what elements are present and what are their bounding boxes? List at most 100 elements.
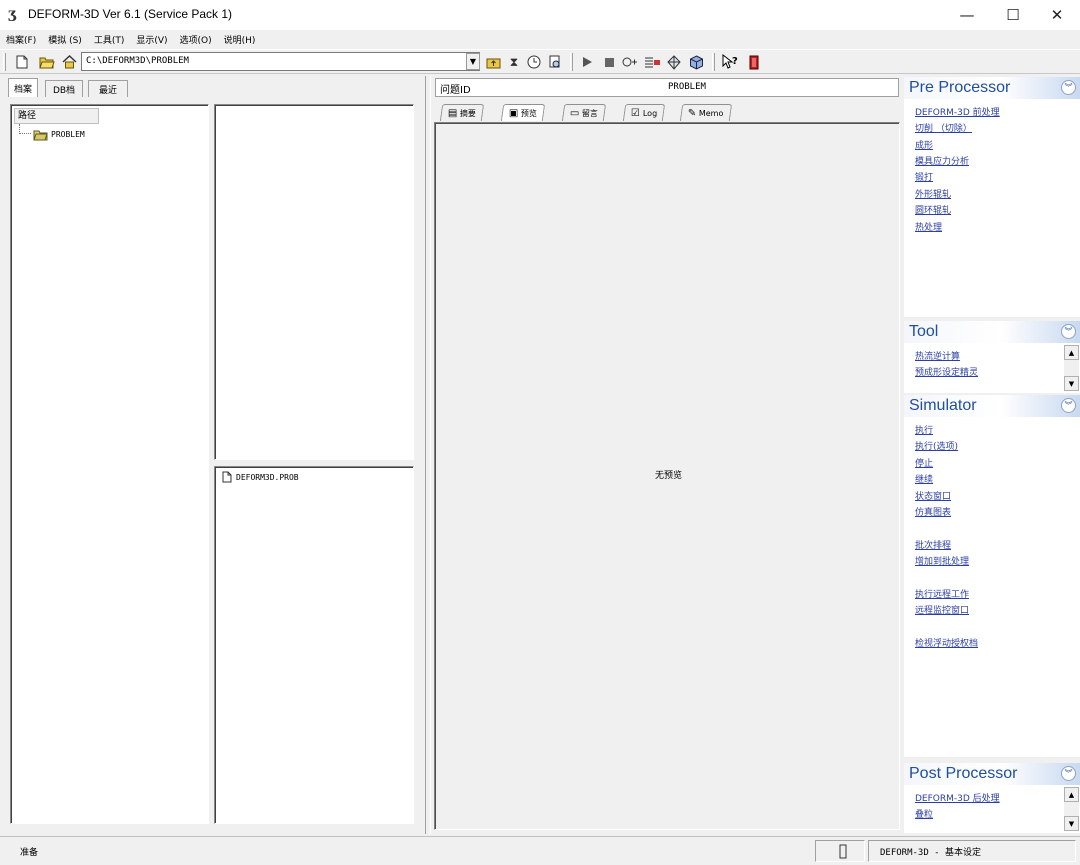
post-scrollbar[interactable]: ▲ ▼ [1064,787,1079,831]
link-floating-license[interactable]: 检视浮动授权档 [915,636,978,649]
menu-view[interactable]: 显示(V) [136,33,167,46]
link-ring-rolling[interactable]: 圆环辊轧 [915,203,951,216]
link-continue[interactable]: 继续 [915,472,933,485]
collapse-chevron-icon[interactable]: ︾ [1061,398,1076,413]
folder-up-icon[interactable] [484,53,502,71]
scroll-down-icon[interactable]: ▼ [1064,376,1079,391]
link-run-options[interactable]: 执行(选项) [915,439,958,452]
file-item[interactable]: DEFORM3D.PROB [222,471,299,483]
tab-db-files[interactable]: DB档 [45,80,83,97]
file-browser-panel: 档案 DB档 最近 路径 PROBLEM DEFORM3D.PROB [0,76,426,834]
file-list[interactable]: DEFORM3D.PROB [214,466,414,824]
pre-processor-links: DEFORM-3D 前处理 切削 （切除） 成形 模具应力分析 锻打 外形辊轧 … [904,99,1080,317]
link-sim-graph[interactable]: 仿真图表 [915,505,951,518]
simulator-links: 执行 执行(选项) 停止 继续 状态窗口 仿真图表 批次排程 增加到批处理 执行… [904,417,1080,757]
tool-links: 热流逆计算 预成形设定精灵 ▲ ▼ [904,343,1080,393]
link-inverse-heat[interactable]: 热流逆计算 [915,349,960,362]
menu-tools[interactable]: 工具(T) [94,33,125,46]
status-mode-text: DEFORM-3D - 基本设定 [880,848,982,858]
minimize-button[interactable]: — [944,0,990,30]
collapse-chevron-icon[interactable]: ︾ [1061,80,1076,95]
collapse-chevron-icon[interactable]: ︾ [1061,324,1076,339]
cube-icon[interactable] [687,53,705,71]
window-title: DEFORM-3D Ver 6.1 (Service Pack 1) [28,7,233,21]
link-deform-pre[interactable]: DEFORM-3D 前处理 [915,105,1000,118]
tool-scrollbar[interactable]: ▲ ▼ [1064,345,1079,391]
tab-log[interactable]: ☑ Log [622,104,666,121]
scroll-down-icon[interactable]: ▼ [1064,816,1079,831]
link-die-stress[interactable]: 模具应力分析 [915,154,969,167]
document-icon [222,471,232,483]
continue-icon[interactable] [621,53,639,71]
tree-connector [19,124,31,134]
toolbar-grip[interactable] [3,53,6,71]
pre-processor-header[interactable]: Pre Processor ︾ [904,77,1080,99]
menu-options[interactable]: 选项(O) [180,33,212,46]
link-forming[interactable]: 成形 [915,138,933,151]
tab-summary[interactable]: ▤ 摘要 [439,104,485,121]
summary-icon: ▤ [447,107,458,119]
home-icon[interactable] [60,53,78,71]
exit-door-icon[interactable] [745,53,763,71]
link-preform-wizard[interactable]: 预成形设定精灵 [915,365,978,378]
link-machining[interactable]: 切削 （切除） [915,121,972,134]
link-grain[interactable]: 叠粒 [915,807,933,820]
network-icon[interactable] [665,53,683,71]
status-bar: 准备 DEFORM-3D - 基本设定 [0,836,1080,865]
tab-memo[interactable]: ✎ Memo [679,104,733,121]
link-deform-post[interactable]: DEFORM-3D 后处理 [915,791,1000,804]
help-pointer-icon[interactable]: ? [721,53,739,71]
run-play-icon[interactable] [578,53,596,71]
problem-id-label: 问题ID [440,85,471,96]
scroll-up-icon[interactable]: ▲ [1064,345,1079,360]
link-forging[interactable]: 锻打 [915,170,933,183]
problem-detail-panel: 问题ID PROBLEM ▤ 摘要 ▣ 预览 ▭ 留言 ☑ Log ✎ Memo 无预览 [430,76,902,834]
subfolder-list[interactable] [214,104,414,460]
tab-files[interactable]: 档案 [8,78,38,97]
clock-icon[interactable] [525,53,543,71]
chevron-down-icon[interactable]: ▼ [466,53,480,70]
maximize-button[interactable]: ☐ [990,0,1036,30]
directory-path-combo[interactable]: C:\DEFORM3D\PROBLEM [81,52,480,71]
tab-recent[interactable]: 最近 [88,80,128,97]
menu-file[interactable]: 档案(F) [6,33,36,46]
simulator-header[interactable]: Simulator ︾ [904,395,1080,417]
directory-tree[interactable]: 路径 PROBLEM [10,104,209,824]
new-file-icon[interactable] [13,53,31,71]
link-add-to-batch[interactable]: 增加到批处理 [915,554,969,567]
post-processor-title: Post Processor [909,765,1018,782]
post-processor-header[interactable]: Post Processor ︾ [904,763,1080,785]
app-logo-icon: ʒ [8,6,16,22]
tab-message[interactable]: ▭ 留言 [561,104,607,121]
link-remote-monitor[interactable]: 远程监控窗口 [915,603,969,616]
scroll-up-icon[interactable]: ▲ [1064,787,1079,802]
stop-icon[interactable] [600,53,618,71]
status-indicator-box [815,840,865,862]
menu-help[interactable]: 说明(H) [224,33,256,46]
memo-icon: ✎ [687,107,697,119]
hourglass-icon[interactable]: ⧗ [505,53,523,71]
batch-queue-icon[interactable] [643,53,661,71]
problem-id-value: PROBLEM [668,82,706,92]
progress-indicator-icon [839,844,847,859]
link-shape-rolling[interactable]: 外形辊轧 [915,187,951,200]
tool-title: Tool [909,323,939,340]
collapse-chevron-icon[interactable]: ︾ [1061,766,1076,781]
search-file-icon[interactable] [546,53,564,71]
no-preview-text: 无预览 [655,471,683,481]
problem-id-bar: 问题ID PROBLEM [435,78,899,97]
task-panel: Pre Processor ︾ DEFORM-3D 前处理 切削 （切除） 成形… [904,76,1080,834]
link-status-window[interactable]: 状态窗口 [915,489,951,502]
tree-column-header[interactable]: 路径 [14,108,99,124]
menu-simulate[interactable]: 模拟 (S) [48,33,82,46]
link-stop[interactable]: 停止 [915,456,933,469]
link-batch-schedule[interactable]: 批次排程 [915,538,951,551]
tree-item-problem[interactable]: PROBLEM [33,127,85,141]
close-button[interactable]: ✕ [1034,0,1080,30]
link-run[interactable]: 执行 [915,423,933,436]
tool-header[interactable]: Tool ︾ [904,321,1080,343]
link-heat-treatment[interactable]: 热处理 [915,220,942,233]
link-remote-job[interactable]: 执行远程工作 [915,587,969,600]
open-folder-icon[interactable] [38,53,56,71]
tab-preview[interactable]: ▣ 预览 [500,104,546,121]
